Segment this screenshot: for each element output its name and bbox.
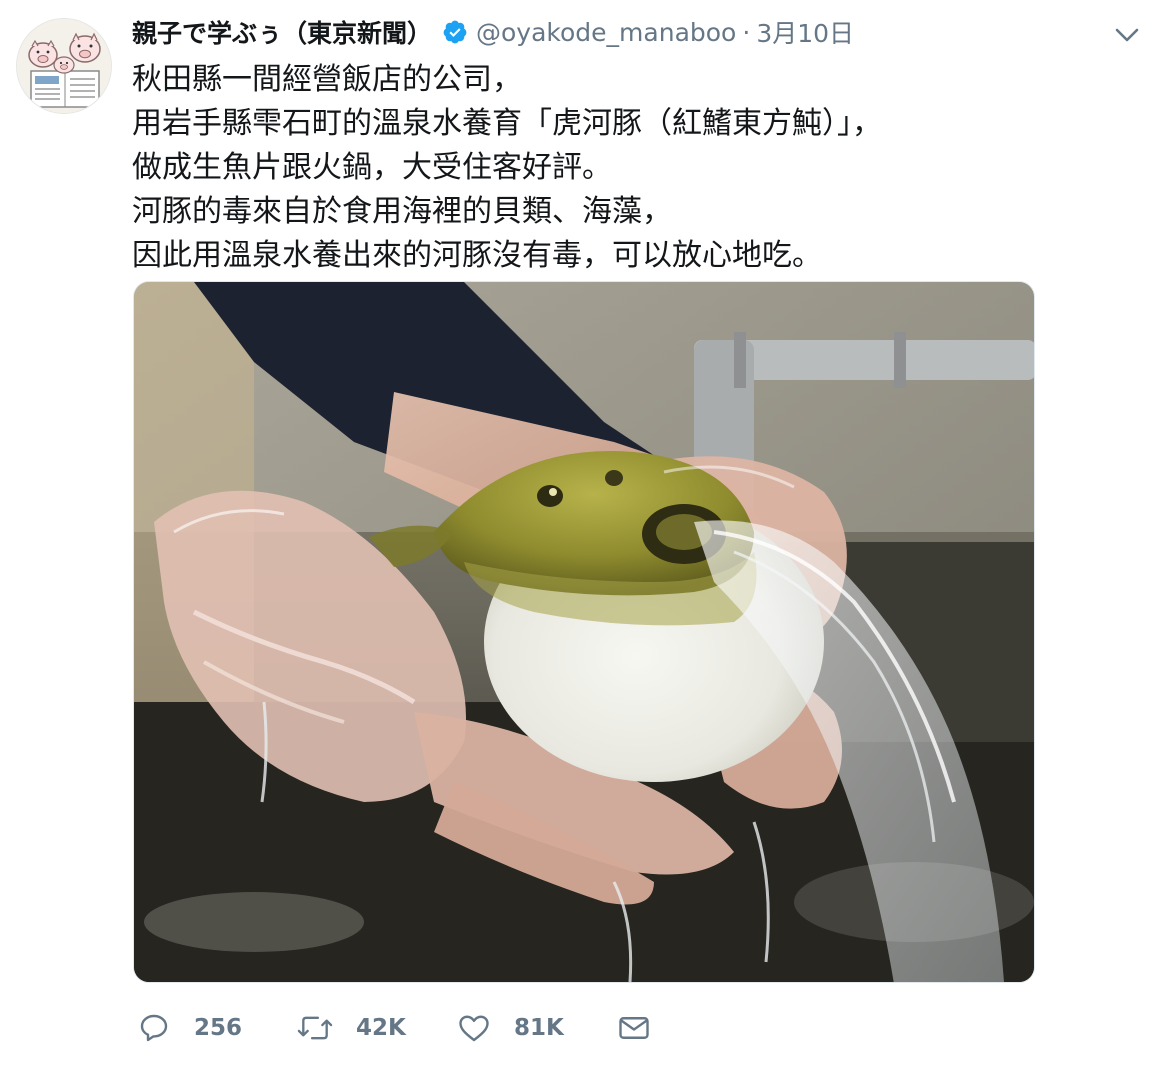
tweet: 親子で学ぶぅ（東京新聞） @oyakode_manaboo · 3月10日 秋田… [0,0,1162,1068]
verified-badge-icon [442,19,468,45]
tweet-text-line: 秋田縣一間經營飯店的公司， [132,62,522,97]
tweet-text-line: 用岩手縣雫石町的溫泉水養育「虎河豚（紅鰭東方魨）」， [132,106,882,141]
display-name[interactable]: 親子で学ぶぅ（東京新聞） [132,14,432,50]
separator-dot: · [742,17,751,47]
tweet-text: 秋田縣一間經營飯店的公司， 用岩手縣雫石町的溫泉水養育「虎河豚（紅鰭東方魨）」，… [132,58,1142,278]
tweet-actions: 256 42K 81K [136,1006,656,1050]
envelope-icon [616,1010,652,1046]
reply-count: 256 [194,1015,243,1041]
tweet-text-line: 河豚的毒來自於食用海裡的貝類、海藻， [132,194,672,229]
reply-button[interactable]: 256 [136,1010,296,1046]
chevron-down-icon[interactable] [1112,20,1142,50]
tweet-text-line: 因此用溫泉水養出來的河豚沒有毒，可以放心地吃。 [132,238,822,273]
retweet-count: 42K [356,1015,406,1041]
pufferfish-photo [134,282,1034,982]
avatar[interactable] [16,18,112,114]
heart-icon [456,1010,492,1046]
retweet-icon [296,1010,334,1046]
direct-message-button[interactable] [616,1010,656,1046]
like-count: 81K [514,1015,564,1041]
reply-icon [136,1010,172,1046]
like-button[interactable]: 81K [456,1010,616,1046]
user-handle[interactable]: @oyakode_manaboo [476,18,736,47]
tweet-header: 親子で学ぶぅ（東京新聞） @oyakode_manaboo · 3月10日 [132,14,854,50]
tweet-date[interactable]: 3月10日 [756,14,854,50]
tweet-text-line: 做成生魚片跟火鍋，大受住客好評。 [132,150,612,185]
retweet-button[interactable]: 42K [296,1010,456,1046]
tweet-photo[interactable] [133,281,1035,983]
avatar-illustration [17,19,111,113]
